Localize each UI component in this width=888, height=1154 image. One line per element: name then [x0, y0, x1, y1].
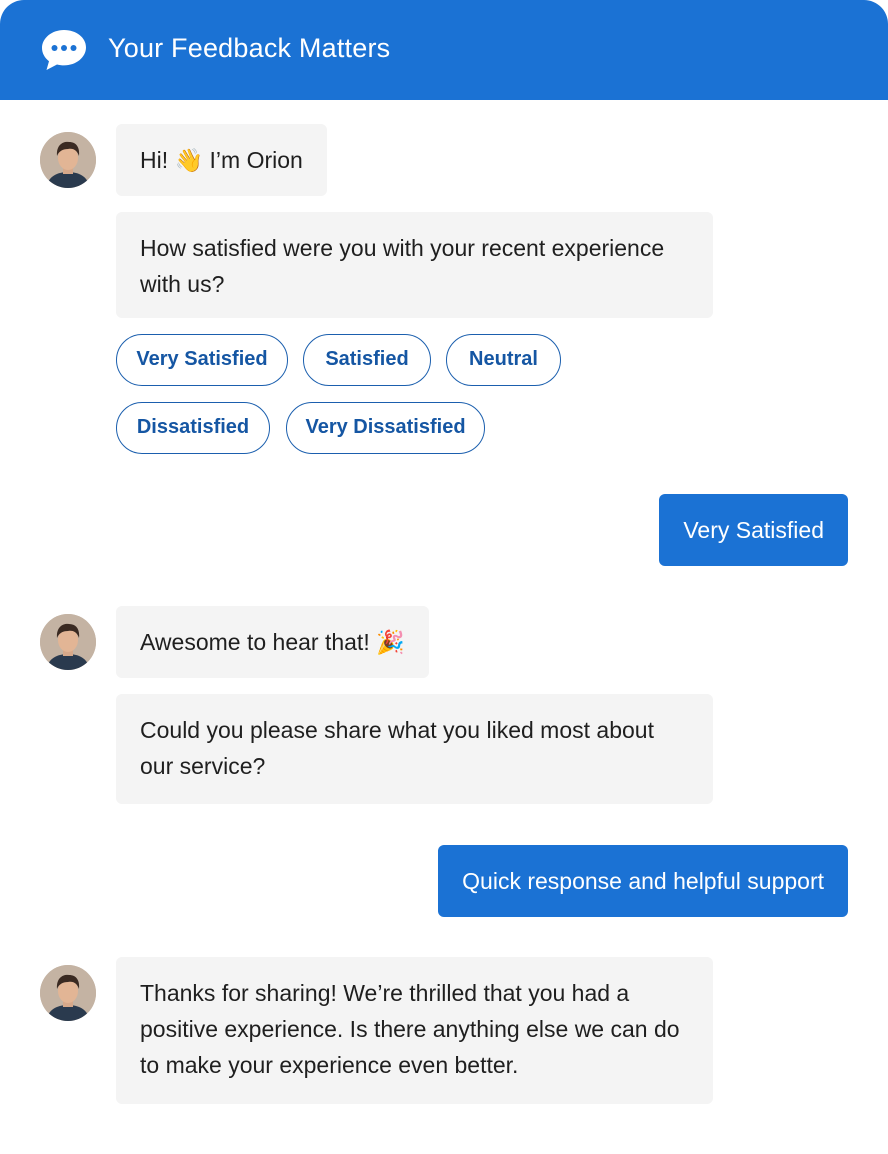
user-message-rating: Very Satisfied	[659, 494, 848, 566]
option-very-satisfied-button[interactable]: Very Satisfied	[116, 334, 288, 386]
chat-title: Your Feedback Matters	[108, 33, 391, 63]
bot-message-closing: Thanks for sharing! We’re thrilled that …	[116, 957, 713, 1104]
option-satisfied-button[interactable]: Satisfied	[303, 334, 431, 386]
user-message-feedback: Quick response and helpful support	[438, 845, 848, 917]
chat-bubble-icon	[42, 30, 86, 70]
option-dissatisfied-button[interactable]: Dissatisfied	[116, 402, 270, 454]
option-neutral-button[interactable]: Neutral	[446, 334, 561, 386]
bot-avatar	[40, 614, 96, 670]
bot-message-reaction: Awesome to hear that! 🎉	[116, 606, 429, 678]
bot-message-question: How satisfied were you with your recent …	[116, 212, 713, 318]
bot-avatar	[40, 132, 96, 188]
chat-header: Your Feedback Matters	[0, 0, 888, 100]
bot-avatar	[40, 965, 96, 1021]
bot-message-followup: Could you please share what you liked mo…	[116, 694, 713, 804]
bot-message-greeting: Hi! 👋 I’m Orion	[116, 124, 327, 196]
option-very-dissatisfied-button[interactable]: Very Dissatisfied	[286, 402, 485, 454]
